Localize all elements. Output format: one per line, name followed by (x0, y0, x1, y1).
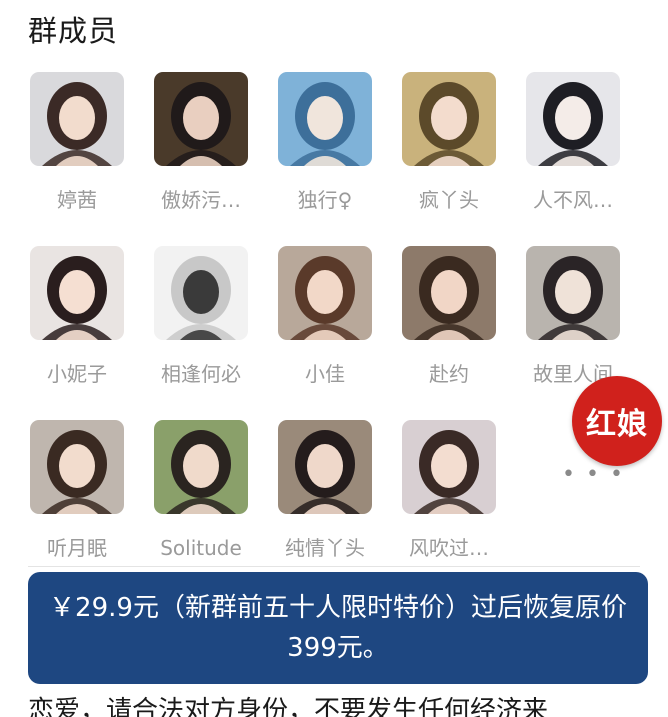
avatar-photo-icon (278, 246, 372, 340)
member-avatar[interactable] (402, 420, 496, 514)
price-banner[interactable]: ￥29.9元（新群前五十人限时特价）过后恢复原价399元。 (28, 572, 648, 684)
member-avatar[interactable] (278, 420, 372, 514)
member-item[interactable]: 小佳 (265, 246, 385, 388)
avatar-photo-icon (526, 246, 620, 340)
member-avatar[interactable] (154, 246, 248, 340)
member-item[interactable]: 傲娇污… (141, 72, 261, 214)
member-item[interactable]: 小妮子 (17, 246, 137, 388)
section-title: 群成员 (28, 14, 119, 48)
avatar-photo-icon (30, 246, 124, 340)
avatar-photo-icon (278, 72, 372, 166)
member-item[interactable]: 听月眠 (17, 420, 137, 562)
member-avatar[interactable] (30, 72, 124, 166)
member-name: 婷茜 (57, 188, 97, 212)
member-avatar[interactable] (30, 420, 124, 514)
member-name: 独行♀ (297, 188, 353, 212)
divider (28, 566, 640, 567)
notice-text: 恋爱，请合法对方身份，不要发生任何经济来 (28, 696, 549, 717)
member-name: 听月眠 (47, 536, 107, 560)
member-name: 小妮子 (47, 362, 107, 386)
member-item[interactable]: 相逢何必 (141, 246, 261, 388)
avatar-photo-icon (402, 72, 496, 166)
member-avatar[interactable] (402, 246, 496, 340)
member-name: Solitude (160, 536, 242, 560)
member-name: 疯丫头 (419, 188, 479, 212)
member-name: 风吹过… (409, 536, 489, 560)
member-avatar[interactable] (526, 246, 620, 340)
avatar-photo-icon (30, 72, 124, 166)
member-name: 相逢何必 (161, 362, 241, 386)
avatar-photo-icon (526, 72, 620, 166)
avatar-photo-icon (278, 420, 372, 514)
avatar-photo-icon (154, 72, 248, 166)
avatar-photo-icon (30, 420, 124, 514)
member-avatar[interactable] (402, 72, 496, 166)
member-name: 纯情丫头 (285, 536, 365, 560)
member-avatar[interactable] (154, 420, 248, 514)
member-item[interactable]: 纯情丫头 (265, 420, 385, 562)
member-avatar[interactable] (278, 72, 372, 166)
matchmaker-badge[interactable]: 红娘 (572, 376, 662, 466)
member-name: 小佳 (305, 362, 345, 386)
member-name: 赴约 (429, 362, 469, 386)
member-item[interactable]: 独行♀ (265, 72, 385, 214)
member-item[interactable]: 赴约 (389, 246, 509, 388)
member-item[interactable]: 疯丫头 (389, 72, 509, 214)
member-avatar[interactable] (30, 246, 124, 340)
avatar-photo-icon (154, 246, 248, 340)
member-avatar[interactable] (526, 72, 620, 166)
member-item[interactable]: 婷茜 (17, 72, 137, 214)
member-item[interactable]: 风吹过… (389, 420, 509, 562)
group-members-page: 群成员 婷茜 傲娇污… 独行♀ 疯丫头 人不风… 小妮子 相逢何必 小佳 赴约 故里人间听月眠 So… (0, 0, 668, 717)
member-name: 人不风… (533, 188, 613, 212)
member-item[interactable]: 故里人间 (513, 246, 633, 388)
member-name: 傲娇污… (161, 188, 241, 212)
avatar-photo-icon (402, 420, 496, 514)
avatar-photo-icon (154, 420, 248, 514)
member-item[interactable]: Solitude (141, 420, 261, 562)
avatar-photo-icon (402, 246, 496, 340)
member-avatar[interactable] (278, 246, 372, 340)
member-avatar[interactable] (154, 72, 248, 166)
member-item[interactable]: 人不风… (513, 72, 633, 214)
